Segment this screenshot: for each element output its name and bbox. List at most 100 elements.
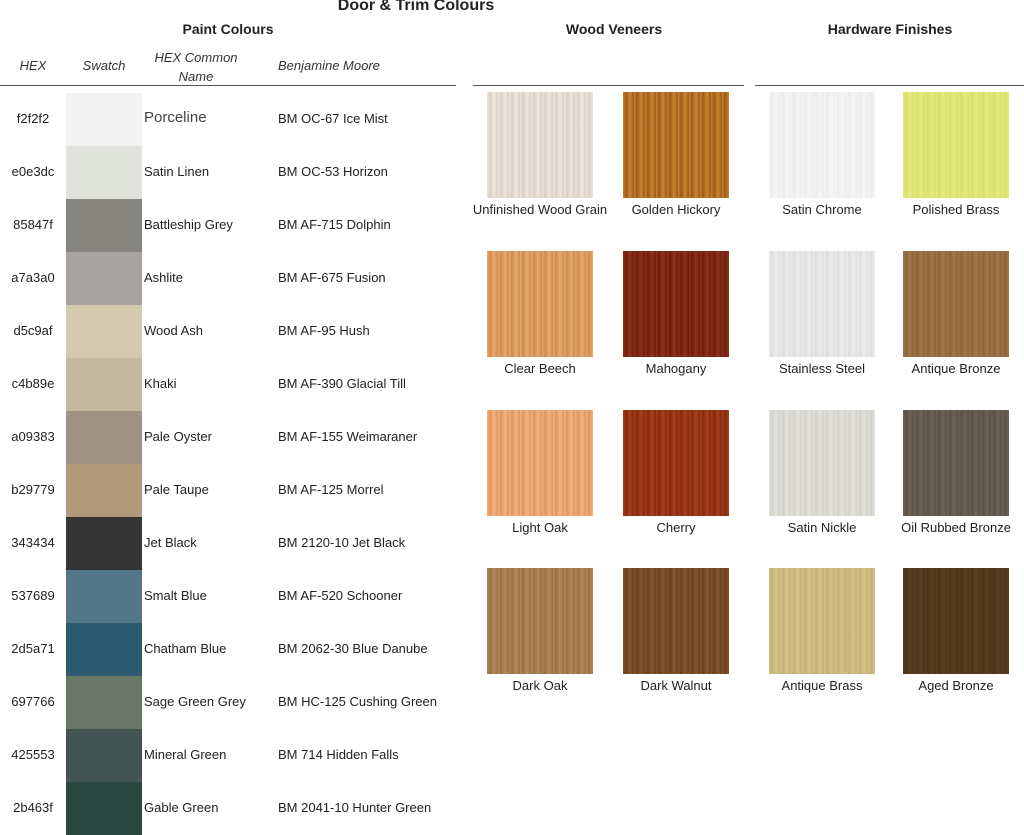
benjamin-moore-code: BM AF-125 Morrel xyxy=(278,482,384,497)
hardware-finish-label: Polished Brass xyxy=(912,202,1000,217)
hex-column-header: HEX xyxy=(19,58,47,73)
hex-code: e0e3dc xyxy=(11,164,55,179)
colour-swatch xyxy=(66,146,142,199)
wood-veneer-label: Cherry xyxy=(656,520,696,535)
colour-swatch xyxy=(66,305,142,358)
benjamin-moore-code: BM AF-715 Dolphin xyxy=(278,217,391,232)
benjamin-moore-column-header: Benjamine Moore xyxy=(278,58,380,73)
wood-header-divider xyxy=(473,85,744,86)
hex-code: d5c9af xyxy=(13,323,53,338)
common-name-column-header: HEX Common Name xyxy=(146,48,246,86)
common-name: Mineral Green xyxy=(144,747,227,762)
common-name: Ashlite xyxy=(144,270,184,285)
paint-row: 697766 Sage Green Grey BM HC-125 Cushing G… xyxy=(0,676,460,729)
paint-row: 85847f Battleship Grey BM AF-715 Dolphin xyxy=(0,199,460,252)
hardware-finish-swatch xyxy=(769,92,875,198)
colour-swatch xyxy=(66,358,142,411)
wood-veneer-label: Dark Walnut xyxy=(640,678,712,693)
benjamin-moore-code: BM 2041-10 Hunter Green xyxy=(278,800,432,815)
common-name: Khaki xyxy=(144,376,177,391)
hardware-finish-label: Oil Rubbed Bronze xyxy=(901,520,1011,535)
benjamin-moore-code: BM OC-67 Ice Mist xyxy=(278,111,388,126)
hardware-finishes-heading: Hardware Finishes xyxy=(827,21,953,37)
paint-row: a7a3a0 Ashlite BM AF-675 Fusion xyxy=(0,252,460,305)
common-name-header-line1: HEX Common xyxy=(154,50,238,65)
swatch-column-header: Swatch xyxy=(82,58,126,73)
paint-row: 537689 Smalt Blue BM AF-520 Schooner xyxy=(0,570,460,623)
common-name: Sage Green Grey xyxy=(144,694,246,709)
paint-row: f2f2f2 Porceline BM OC-67 Ice Mist xyxy=(0,93,460,146)
colour-swatch xyxy=(66,252,142,305)
hex-code: f2f2f2 xyxy=(16,111,50,126)
colour-swatch xyxy=(66,93,142,146)
wood-veneer-label: Mahogany xyxy=(645,361,707,376)
common-name: Smalt Blue xyxy=(144,588,207,603)
hardware-finish-swatch xyxy=(769,251,875,357)
paint-row: 343434 Jet Black BM 2120-10 Jet Black xyxy=(0,517,460,570)
hex-code: a7a3a0 xyxy=(11,270,55,285)
paint-row: d5c9af Wood Ash BM AF-95 Hush xyxy=(0,305,460,358)
hardware-finish-swatch xyxy=(769,568,875,674)
colour-swatch xyxy=(66,517,142,570)
common-name-header-line2: Name xyxy=(178,69,214,84)
benjamin-moore-code: BM 2062-30 Blue Danube xyxy=(278,641,428,656)
hex-code: 343434 xyxy=(11,535,55,550)
hardware-finish-label: Aged Bronze xyxy=(918,678,994,693)
wood-veneer-swatch xyxy=(623,410,729,516)
hardware-finish-swatch xyxy=(769,410,875,516)
common-name: Porceline xyxy=(144,109,207,126)
common-name: Gable Green xyxy=(144,800,219,815)
wood-veneer-swatch xyxy=(487,92,593,198)
colour-swatch xyxy=(66,464,142,517)
colour-swatch xyxy=(66,199,142,252)
hex-code: 697766 xyxy=(11,694,55,709)
benjamin-moore-code: BM 714 Hidden Falls xyxy=(278,747,399,762)
wood-veneer-label: Golden Hickory xyxy=(631,202,721,217)
hex-code: 537689 xyxy=(11,588,55,603)
colour-swatch xyxy=(66,623,142,676)
benjamin-moore-code: BM 2120-10 Jet Black xyxy=(278,535,406,550)
wood-veneer-swatch xyxy=(487,251,593,357)
paint-row: 425553 Mineral Green BM 714 Hidden Falls xyxy=(0,729,460,782)
wood-veneer-swatch xyxy=(623,92,729,198)
colour-swatch xyxy=(66,676,142,729)
benjamin-moore-code: BM AF-390 Glacial Till xyxy=(278,376,406,391)
colour-swatch xyxy=(66,729,142,782)
paint-row: e0e3dc Satin Linen BM OC-53 Horizon xyxy=(0,146,460,199)
hex-code: 85847f xyxy=(13,217,53,232)
hardware-header-divider xyxy=(755,85,1024,86)
common-name: Wood Ash xyxy=(144,323,204,338)
benjamin-moore-code: BM AF-675 Fusion xyxy=(278,270,386,285)
hex-code: 2d5a71 xyxy=(11,641,55,656)
benjamin-moore-code: BM AF-95 Hush xyxy=(278,323,370,338)
common-name: Chatham Blue xyxy=(144,641,227,656)
paint-row: 2d5a71 Chatham Blue BM 2062-30 Blue Danube xyxy=(0,623,460,676)
hardware-finish-swatch xyxy=(903,410,1009,516)
paint-row: a09383 Pale Oyster BM AF-155 Weimaraner xyxy=(0,411,460,464)
hex-code: b29779 xyxy=(11,482,55,497)
hardware-finish-swatch xyxy=(903,92,1009,198)
benjamin-moore-code: BM OC-53 Horizon xyxy=(278,164,388,179)
colour-swatch xyxy=(66,411,142,464)
hex-code: 425553 xyxy=(11,747,55,762)
paint-row: c4b89e Khaki BM AF-390 Glacial Till xyxy=(0,358,460,411)
paint-colours-heading: Paint Colours xyxy=(182,21,274,37)
common-name: Jet Black xyxy=(144,535,197,550)
wood-veneer-swatch xyxy=(487,568,593,674)
hardware-finish-swatch xyxy=(903,251,1009,357)
common-name: Battleship Grey xyxy=(144,217,233,232)
wood-veneer-swatch xyxy=(623,251,729,357)
page-title: Door & Trim Colours xyxy=(337,0,495,14)
benjamin-moore-code: BM HC-125 Cushing Green xyxy=(278,694,437,709)
wood-veneers-heading: Wood Veneers xyxy=(565,21,663,37)
benjamin-moore-code: BM AF-520 Schooner xyxy=(278,588,403,603)
colour-swatch xyxy=(66,782,142,835)
wood-veneer-swatch xyxy=(487,410,593,516)
colour-swatch xyxy=(66,570,142,623)
hex-code: c4b89e xyxy=(11,376,55,391)
paint-row: b29779 Pale Taupe BM AF-125 Morrel xyxy=(0,464,460,517)
paint-header-divider xyxy=(0,85,456,86)
common-name: Pale Oyster xyxy=(144,429,212,444)
common-name: Pale Taupe xyxy=(144,482,209,497)
benjamin-moore-code: BM AF-155 Weimaraner xyxy=(278,429,418,444)
